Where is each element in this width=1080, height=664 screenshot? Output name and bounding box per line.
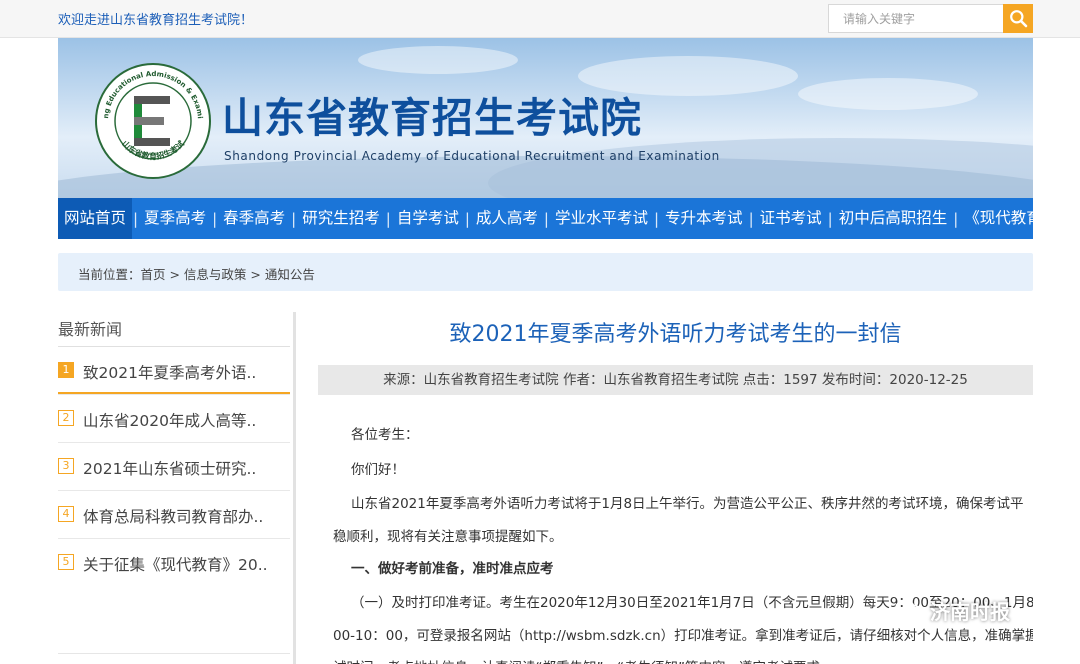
news-link[interactable]: 2021年山东省硕士研究.. [83, 457, 256, 479]
news-rank-badge: 3 [58, 458, 74, 474]
site-title: 山东省教育招生考试院 [222, 94, 642, 142]
news-link[interactable]: 体育总局科教司教育部办.. [83, 505, 263, 527]
news-rank-badge: 5 [58, 554, 74, 570]
nav-item-self-study-exam[interactable]: 自学考试 [392, 198, 464, 239]
welcome-text: 欢迎走进山东省教育招生考试院！ [58, 13, 254, 28]
search-button[interactable] [1003, 4, 1033, 33]
latest-news-sidebar: 最新新闻 1 致2021年夏季高考外语.. 2 山东省2020年成人高等.. 3… [58, 312, 296, 664]
header-banner: Shandong Educational Admission & Examina… [58, 38, 1033, 198]
news-item[interactable]: 2 山东省2020年成人高等.. [58, 394, 290, 442]
news-rank-badge: 1 [58, 362, 74, 378]
paragraph-line: 试时间、考点地址信息，认真阅读“郑重告知”、“考生须知”等内容，遵守考试要求。 [333, 656, 833, 664]
search-box [828, 4, 1033, 33]
wechat-icon [895, 599, 922, 620]
nav-separator: | [653, 209, 660, 228]
news-link[interactable]: 致2021年夏季高考外语.. [83, 361, 256, 383]
article-meta: 来源：山东省教育招生考试院 作者：山东省教育招生考试院 点击：1597 发布时间… [318, 365, 1033, 395]
nav-separator: | [133, 209, 139, 228]
nav-separator: | [748, 209, 754, 228]
news-item[interactable]: 3 2021年山东省硕士研究.. [58, 442, 290, 490]
greeting: 各位考生： [351, 427, 419, 443]
nav-item-summer-exam[interactable]: 夏季高考 [139, 198, 211, 239]
paragraph-line: 00-10：00，可登录报名网站（http://wsbm.sdzk.cn）打印准… [333, 628, 1033, 644]
nav-separator: | [212, 209, 218, 228]
search-input[interactable] [829, 5, 1004, 32]
search-icon [1010, 10, 1028, 28]
news-item[interactable]: 1 致2021年夏季高考外语.. [58, 346, 290, 394]
section-heading: 一、做好考前准备，准时准点应考 [351, 561, 554, 577]
nav-item-home[interactable]: 网站首页 [58, 198, 133, 239]
nav-separator: | [385, 209, 391, 228]
nav-item-spring-exam[interactable]: 春季高考 [218, 198, 290, 239]
news-link[interactable]: 山东省2020年成人高等.. [83, 409, 256, 431]
breadcrumb-text[interactable]: 当前位置：首页 > 信息与政策 > 通知公告 [78, 264, 315, 283]
paragraph-line: 山东省2021年夏季高考外语听力考试将于1月8日上午举行。为营造公平公正、秩序井… [351, 496, 1024, 512]
divider [58, 653, 290, 654]
sidebar-title: 最新新闻 [58, 320, 123, 339]
nav-item-modern-education[interactable]: 《现代教育》 [959, 198, 1062, 239]
academy-logo[interactable]: Shandong Educational Admission & Examina… [94, 62, 212, 180]
nav-item-adult-exam[interactable]: 成人高考 [471, 198, 543, 239]
nav-separator: | [827, 209, 833, 228]
nav-item-vocational-enrollment[interactable]: 初中后高职招生 [834, 198, 953, 239]
news-link[interactable]: 关于征集《现代教育》20.. [83, 553, 268, 575]
news-item[interactable]: 4 体育总局科教司教育部办.. [58, 490, 290, 538]
news-rank-badge: 4 [58, 506, 74, 522]
nav-separator: | [291, 209, 297, 228]
news-rank-badge: 2 [58, 410, 74, 426]
news-list: 1 致2021年夏季高考外语.. 2 山东省2020年成人高等.. 3 2021… [58, 346, 290, 586]
article-title: 致2021年夏季高考外语听力考试考生的一封信 [449, 322, 902, 347]
nav-item-graduate-exam[interactable]: 研究生招考 [297, 198, 385, 239]
nav-item-certificate-exam[interactable]: 证书考试 [755, 198, 827, 239]
news-item[interactable]: 5 关于征集《现代教育》20.. [58, 538, 290, 586]
greeting: 你们好！ [351, 462, 405, 478]
nav-separator: | [464, 209, 470, 228]
paragraph-line: 稳顺利，现将有关注意事项提醒如下。 [333, 529, 563, 545]
nav-item-proficiency-test[interactable]: 学业水平考试 [550, 198, 653, 239]
nav-separator: | [953, 209, 959, 228]
watermark-text: 济南时报 [930, 600, 1010, 624]
nav-separator: | [543, 209, 549, 228]
top-bar: 欢迎走进山东省教育招生考试院！ [0, 0, 1080, 38]
site-subtitle: Shandong Provincial Academy of Education… [224, 149, 720, 163]
article-body: 各位考生： 你们好！ 山东省2021年夏季高考外语听力考试将于1月8日上午举行。… [318, 395, 1033, 664]
breadcrumb: 当前位置：首页 > 信息与政策 > 通知公告 [58, 253, 1033, 291]
main-nav: 网站首页 | 夏季高考 | 春季高考 | 研究生招考 | 自学考试 | 成人高考… [58, 198, 1057, 239]
nav-item-upgrade-exam[interactable]: 专升本考试 [660, 198, 748, 239]
